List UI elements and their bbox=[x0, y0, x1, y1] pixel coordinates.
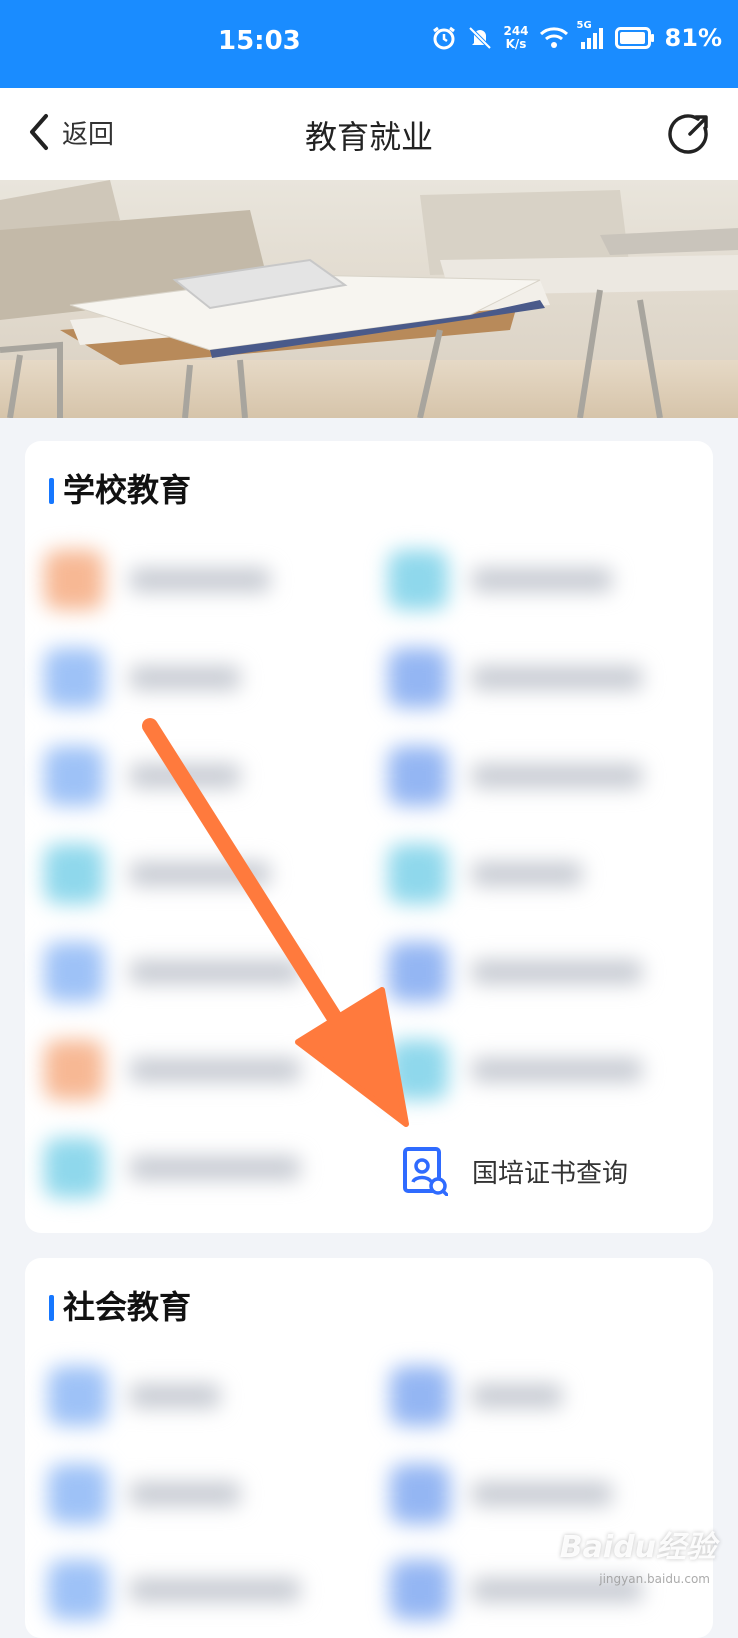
watermark-url: jingyan.baidu.com bbox=[599, 1572, 710, 1586]
list-item[interactable] bbox=[130, 1482, 240, 1506]
list-item-icon bbox=[390, 1366, 450, 1426]
social-blurred-items bbox=[0, 0, 738, 1620]
list-item[interactable] bbox=[130, 1578, 300, 1602]
watermark-logo: Baidu经验 bbox=[559, 1530, 716, 1565]
list-item-icon bbox=[390, 1464, 450, 1524]
list-item[interactable] bbox=[472, 1482, 612, 1506]
list-item-icon bbox=[48, 1464, 108, 1524]
list-item-icon bbox=[48, 1366, 108, 1426]
list-item-icon bbox=[48, 1560, 108, 1620]
list-item[interactable] bbox=[472, 1384, 562, 1408]
list-item[interactable] bbox=[130, 1384, 220, 1408]
list-item-icon bbox=[390, 1560, 450, 1620]
